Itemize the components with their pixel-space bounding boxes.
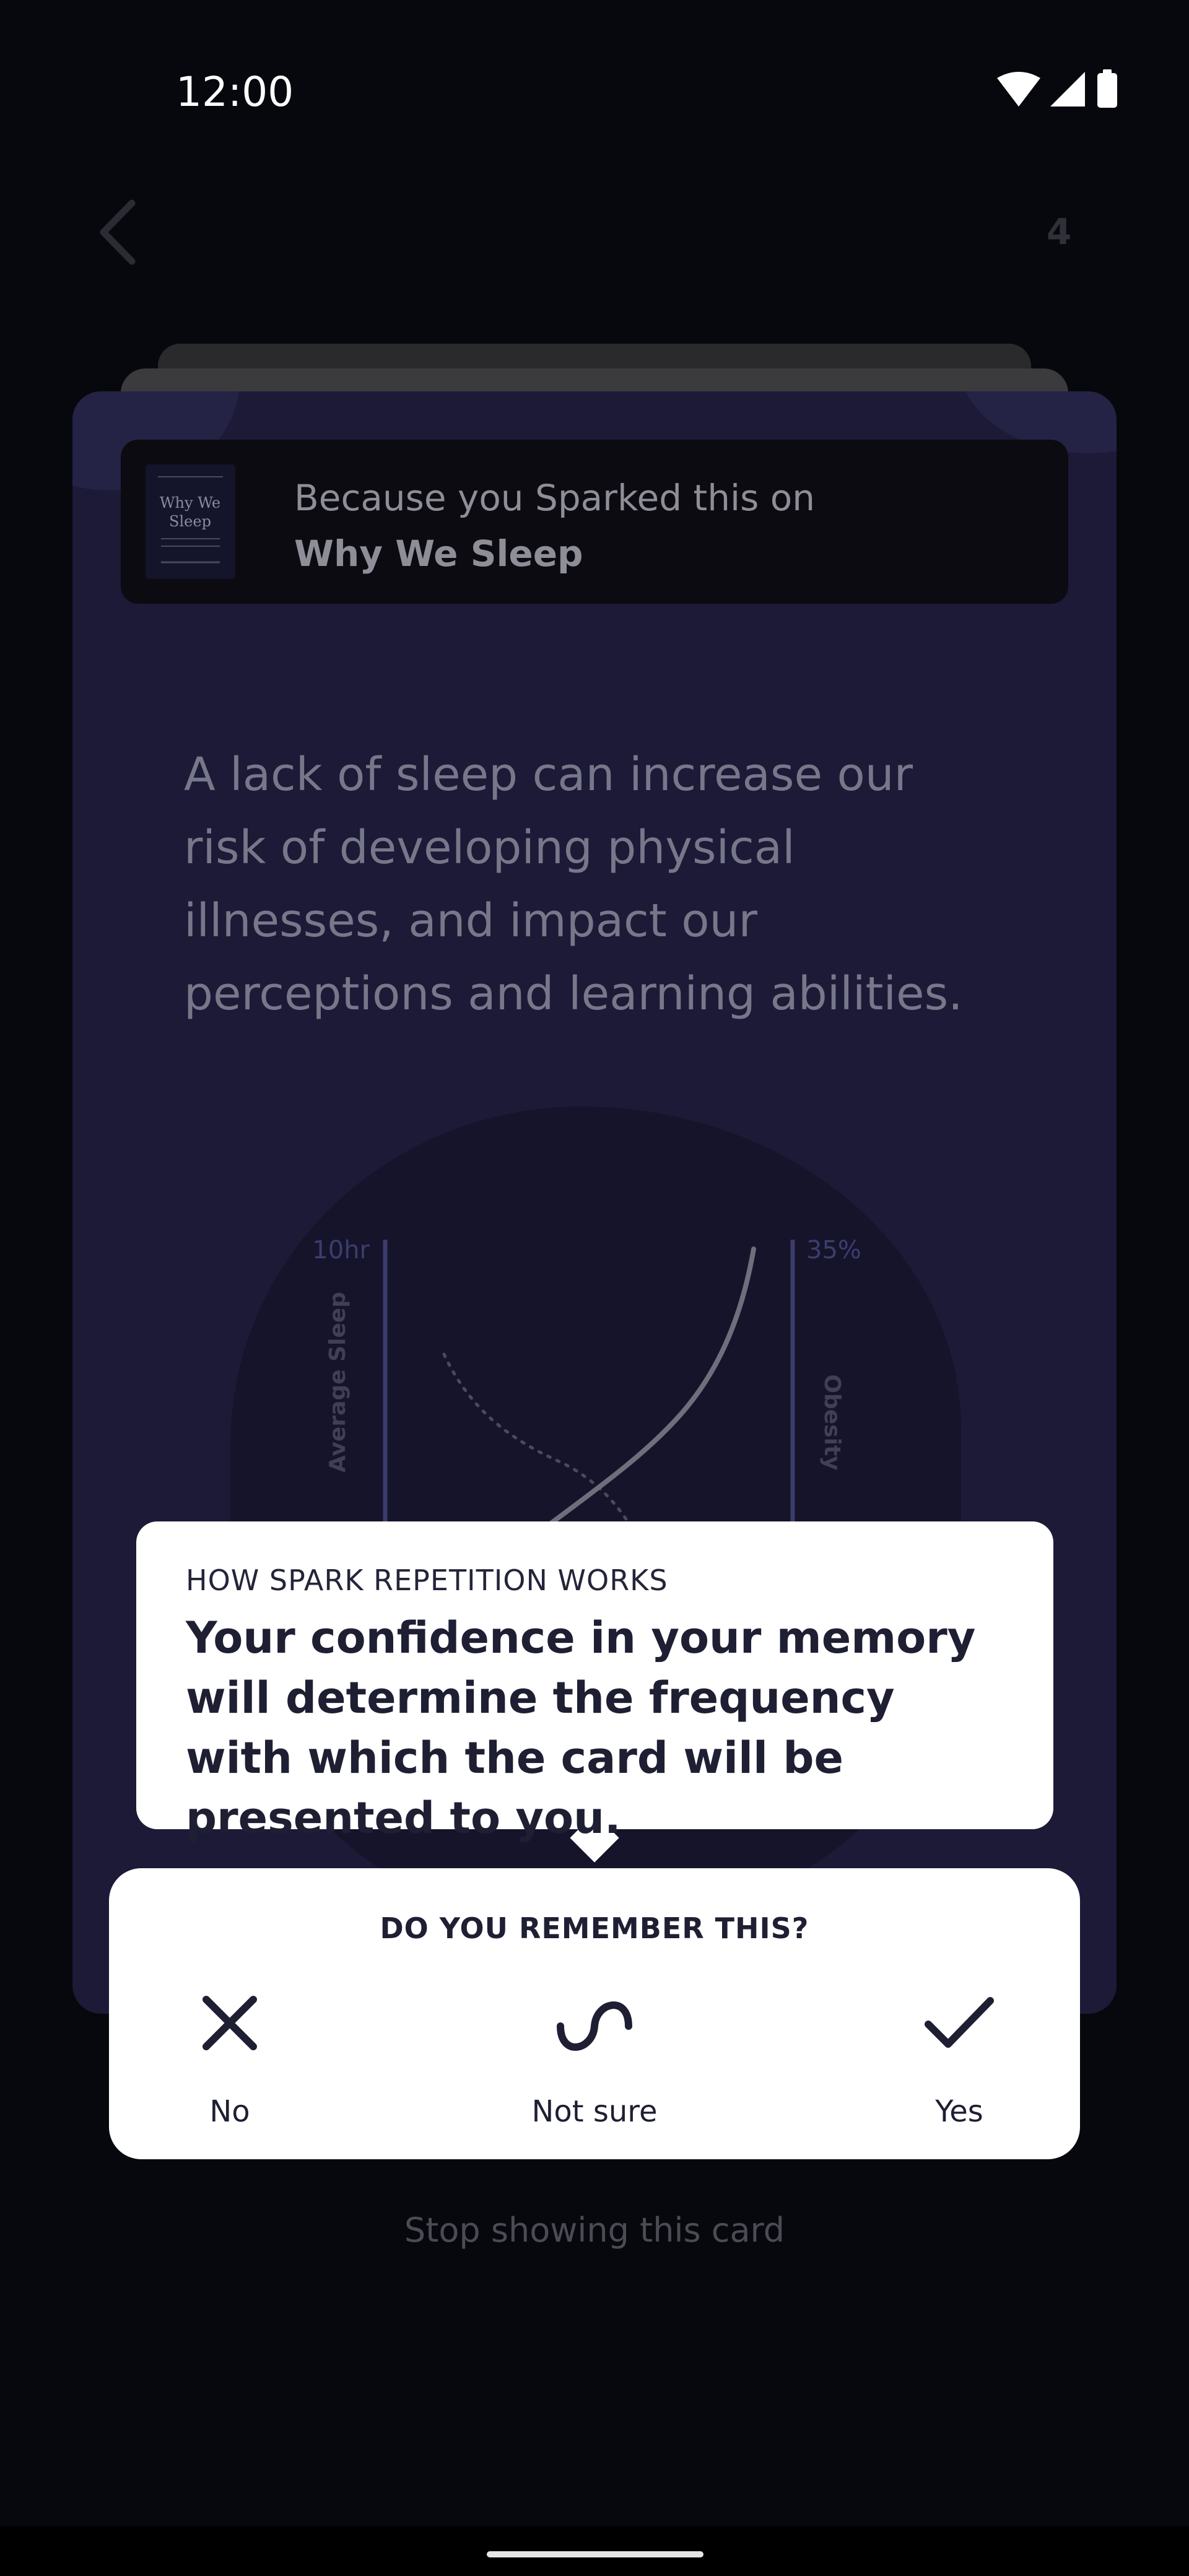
tooltip-body: Your confidence in your memory will dete…: [186, 1612, 976, 1843]
answer-yes-label: Yes: [935, 2094, 983, 2129]
panel-title: DO YOU REMEMBER THIS?: [380, 1912, 809, 1945]
answer-not-sure-button[interactable]: Not sure: [483, 1992, 706, 2141]
status-time: 12:00: [176, 68, 294, 116]
series-line-obesity: [547, 1247, 756, 1527]
card-counter: 4: [1047, 211, 1072, 253]
answer-not-sure-label: Not sure: [531, 2094, 658, 2129]
left-axis-max-label: 10hr: [312, 1236, 370, 1264]
right-axis-label: Obesity: [819, 1374, 845, 1470]
x-icon: [203, 1996, 257, 2050]
right-axis-max-label: 35%: [806, 1236, 861, 1264]
check-icon: [925, 1997, 994, 2048]
answer-yes-button[interactable]: Yes: [848, 1992, 1071, 2141]
back-button[interactable]: [96, 198, 139, 269]
battery-icon: [1097, 69, 1117, 108]
stop-showing-card-link[interactable]: Stop showing this card: [0, 2211, 1189, 2250]
status-icons: [997, 69, 1127, 115]
wifi-icon: [997, 72, 1040, 107]
remember-panel: DO YOU REMEMBER THIS? No Not sure Yes: [109, 1868, 1080, 2159]
spark-repetition-tooltip: HOW SPARK REPETITION WORKS Your confiden…: [136, 1521, 1053, 1843]
wave-icon: [557, 2001, 632, 2051]
tooltip-kicker: HOW SPARK REPETITION WORKS: [186, 1564, 668, 1597]
answer-no-button[interactable]: No: [118, 1992, 341, 2141]
cellular-icon: [1050, 72, 1085, 107]
home-gesture-handle[interactable]: [487, 2551, 703, 2557]
series-line-average-sleep: [442, 1352, 632, 1526]
answer-no-label: No: [209, 2094, 250, 2129]
chevron-left-icon: [100, 199, 136, 265]
left-axis-label: Average Sleep: [325, 1292, 351, 1473]
